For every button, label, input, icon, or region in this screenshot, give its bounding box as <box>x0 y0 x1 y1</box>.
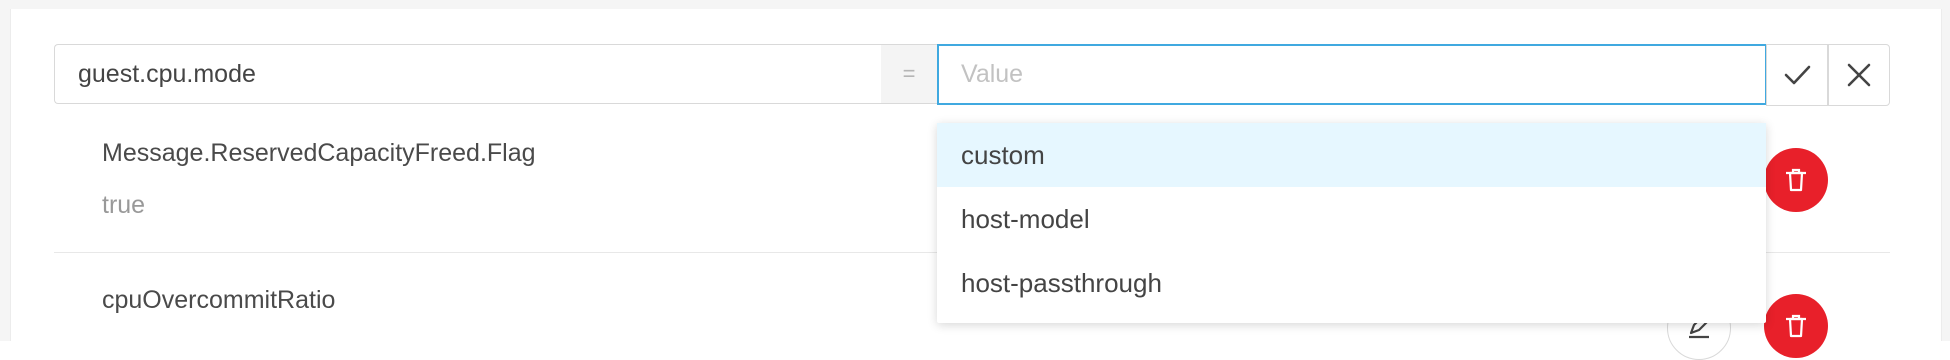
check-icon <box>1784 65 1811 85</box>
trash-icon <box>1786 168 1806 192</box>
value-input[interactable] <box>937 44 1767 105</box>
item-value-label: true <box>102 191 146 219</box>
item-key-label: cpuOvercommitRatio <box>102 286 336 314</box>
equals-separator: = <box>881 44 937 104</box>
confirm-button[interactable] <box>1766 44 1828 106</box>
key-input[interactable] <box>54 44 882 104</box>
dropdown-option-host-passthrough[interactable]: host-passthrough <box>937 251 1766 315</box>
delete-button[interactable] <box>1764 294 1828 358</box>
dropdown-option-host-model[interactable]: host-model <box>937 187 1766 251</box>
cancel-button[interactable] <box>1828 44 1890 106</box>
delete-button[interactable] <box>1764 148 1828 212</box>
trash-icon <box>1786 314 1806 338</box>
item-key-label: Message.ReservedCapacityFreed.Flag <box>102 139 536 167</box>
close-icon <box>1847 63 1871 87</box>
value-dropdown: custom host-model host-passthrough <box>937 123 1766 323</box>
dropdown-option-custom[interactable]: custom <box>937 123 1766 187</box>
